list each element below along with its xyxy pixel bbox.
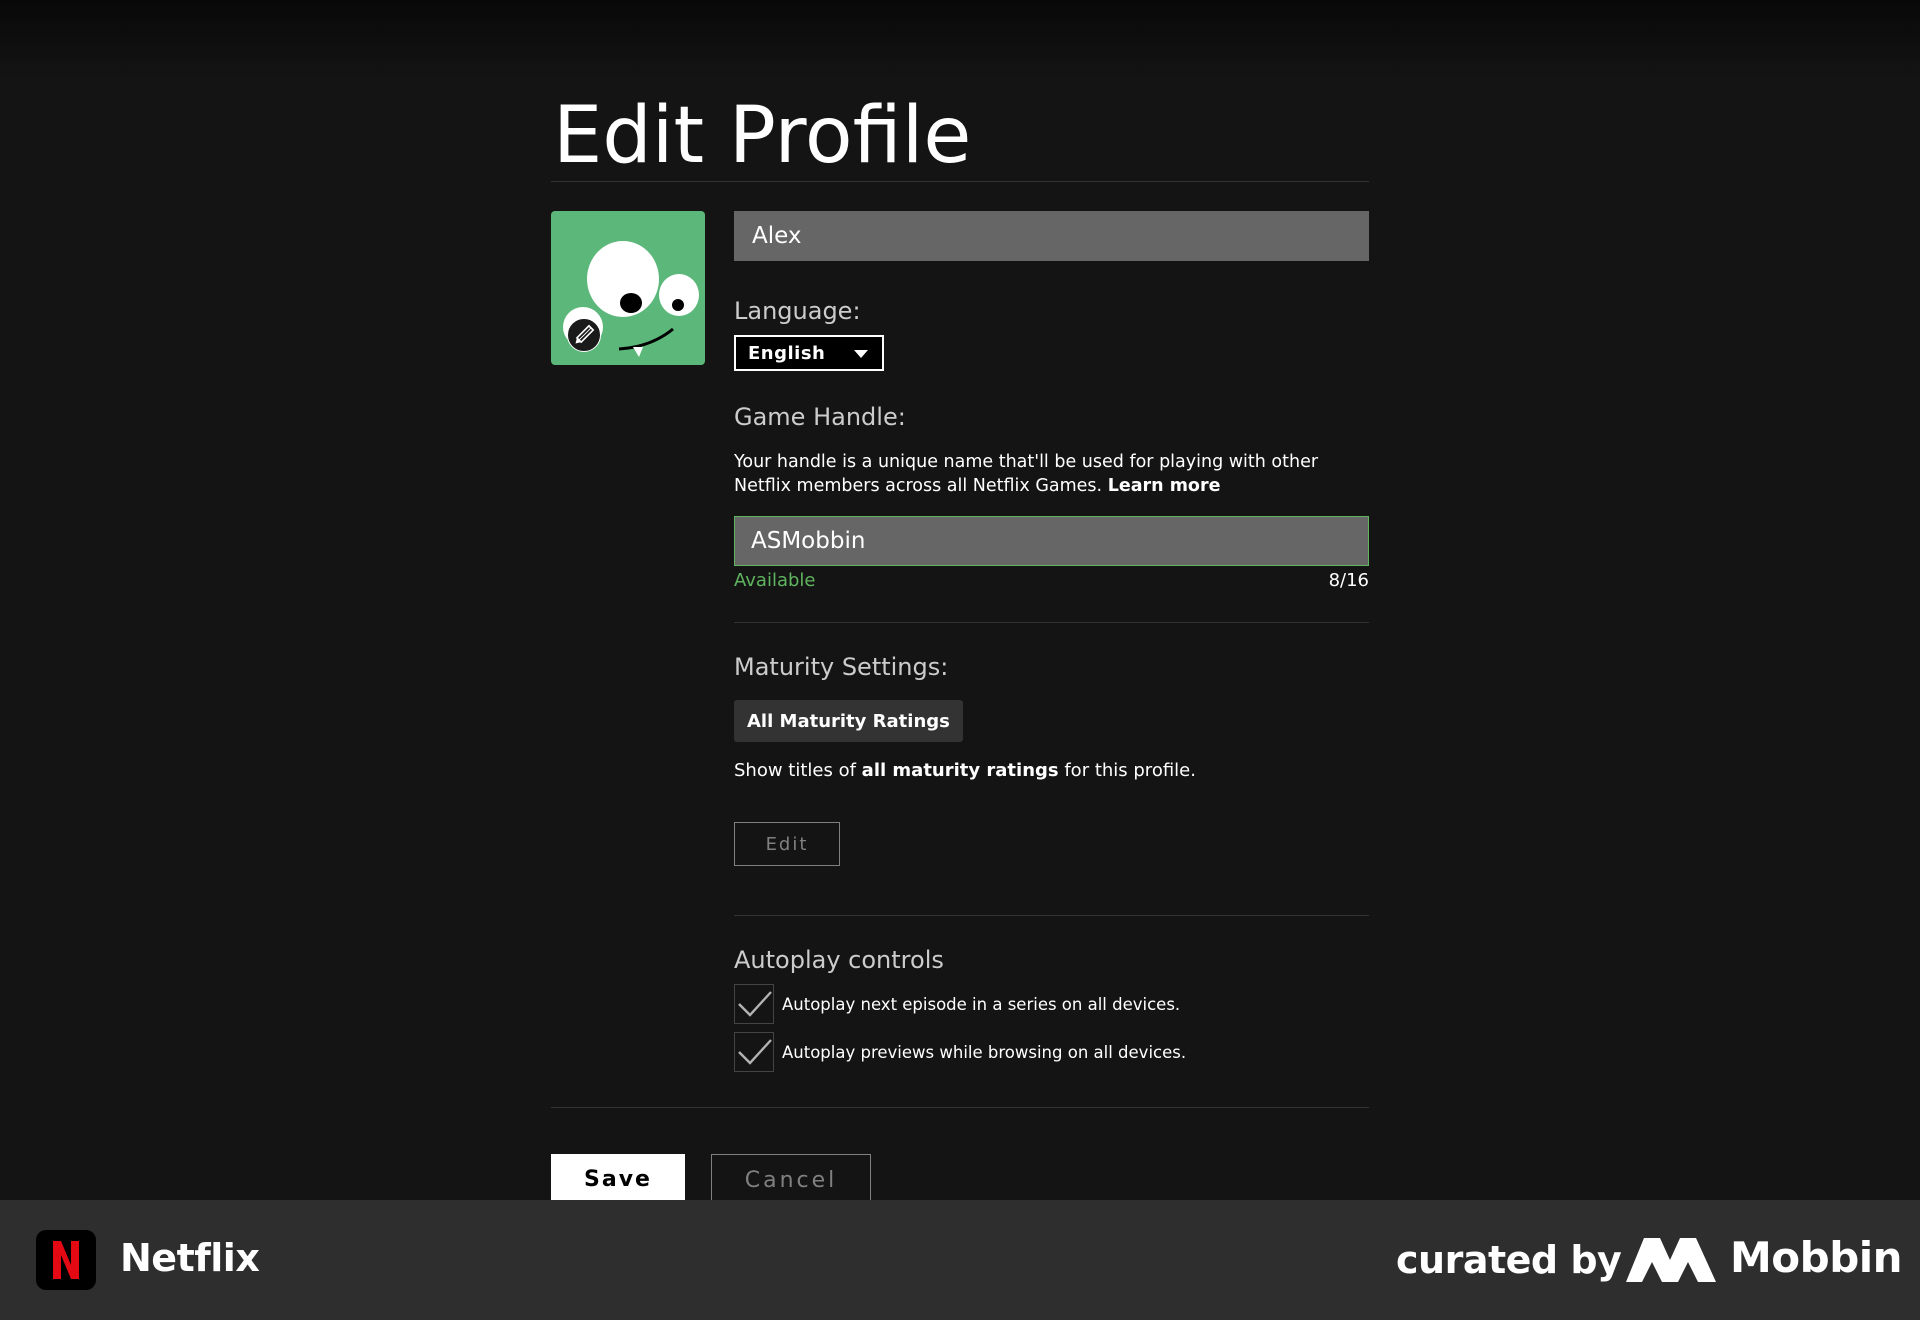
title-divider (551, 181, 1369, 182)
autoplay-next-episode-label: Autoplay next episode in a series on all… (782, 994, 1181, 1014)
game-handle-label: Game Handle: (734, 403, 906, 431)
maturity-desc-prefix: Show titles of (734, 760, 856, 781)
actions-divider (551, 1107, 1369, 1108)
autoplay-previews-checkbox[interactable] (734, 1032, 774, 1072)
autoplay-previews-label: Autoplay previews while browsing on all … (782, 1042, 1187, 1062)
game-handle-description: Your handle is a unique name that'll be … (734, 450, 1374, 498)
pencil-icon[interactable] (567, 318, 601, 352)
maturity-desc-bold: all maturity ratings (861, 760, 1059, 781)
curated-by-text: curated by (1396, 1238, 1622, 1282)
language-selected-value: English (748, 342, 826, 364)
caret-down-icon (854, 350, 868, 358)
handle-character-count: 8/16 (1328, 570, 1369, 591)
page-title: Edit Profile (553, 91, 972, 181)
autoplay-next-episode-checkbox[interactable] (734, 984, 774, 1024)
game-handle-description-text: Your handle is a unique name that'll be … (734, 452, 1319, 496)
profile-avatar[interactable] (551, 211, 705, 365)
top-gradient (0, 0, 1920, 80)
page: Edit Profile Alex Language: English Game… (0, 0, 1920, 1320)
autoplay-previews-row: Autoplay previews while browsing on all … (734, 1032, 1186, 1072)
handle-availability-status: Available (734, 570, 816, 591)
section-divider (734, 622, 1369, 623)
attribution-footer: Netflix curated by Mobbin (0, 1200, 1920, 1320)
maturity-rating-badge: All Maturity Ratings (734, 700, 963, 742)
maturity-settings-label: Maturity Settings: (734, 653, 949, 681)
profile-name-input[interactable] (734, 211, 1369, 261)
checkmark-icon (738, 1039, 772, 1065)
learn-more-link[interactable]: Learn more (1108, 476, 1221, 496)
mobbin-brand-name: Mobbin (1730, 1233, 1903, 1282)
maturity-description: Show titles of all maturity ratings for … (734, 760, 1196, 781)
edit-maturity-button[interactable]: Edit (734, 822, 840, 866)
language-select[interactable]: English (734, 335, 884, 371)
autoplay-next-episode-row: Autoplay next episode in a series on all… (734, 984, 1180, 1024)
checkmark-icon (738, 991, 772, 1017)
autoplay-controls-label: Autoplay controls (734, 946, 944, 974)
section-divider (734, 915, 1369, 916)
language-label: Language: (734, 297, 861, 325)
mobbin-logo-icon (1626, 1238, 1716, 1282)
game-handle-input[interactable] (734, 516, 1369, 566)
netflix-n-icon (36, 1230, 96, 1290)
cancel-button[interactable]: Cancel (711, 1154, 871, 1202)
save-button[interactable]: Save (551, 1154, 685, 1202)
app-name: Netflix (120, 1236, 260, 1280)
maturity-desc-suffix: for this profile. (1064, 760, 1196, 781)
